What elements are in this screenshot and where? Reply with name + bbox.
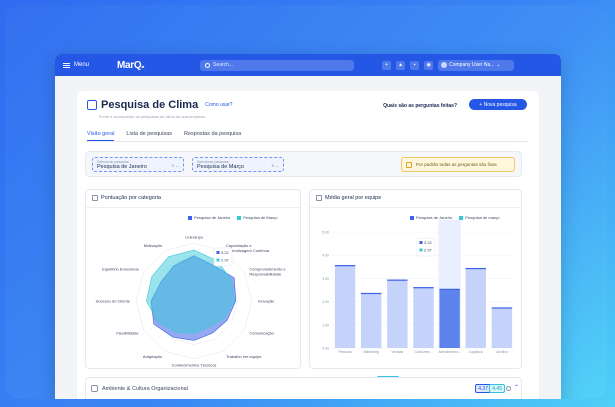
bar bbox=[491, 307, 513, 348]
bar-cap bbox=[361, 292, 382, 295]
new-survey-button[interactable]: + Nova pesquisa bbox=[469, 99, 527, 110]
info-icon[interactable] bbox=[506, 386, 511, 391]
bar bbox=[413, 287, 434, 348]
page-subtitle: Envie e acompanhe as pesquisas de clima … bbox=[99, 114, 206, 119]
company-name: Company User Na... bbox=[449, 62, 495, 68]
category-label: Ambiente & Cultura Organizacional bbox=[102, 386, 188, 392]
radar-axis-label: Motivação bbox=[144, 243, 163, 248]
y-tick-label: 0.00 bbox=[322, 347, 329, 351]
select-value: Pesquisa de Janeiro bbox=[97, 164, 147, 170]
y-tick-label: 4.00 bbox=[322, 254, 329, 258]
bar-cap bbox=[491, 307, 513, 309]
app-window: Menu MarQai Search... + ▲ ▪ ◉ Company Us… bbox=[55, 54, 561, 399]
search-placeholder: Search... bbox=[213, 62, 234, 68]
clear-chevron-icon[interactable]: ✕ ⌄ bbox=[171, 163, 179, 168]
tooltip-value: 3.22 bbox=[221, 250, 230, 255]
logo-suffix: ai bbox=[141, 63, 145, 69]
x-tick-label: Vendas bbox=[392, 350, 404, 354]
info-notice: Por padrão todas as perguntas são fixas bbox=[401, 157, 515, 172]
select-value: Pesquisa de Março bbox=[197, 164, 245, 170]
search-input[interactable]: Search... bbox=[200, 59, 355, 71]
bar-cap bbox=[387, 279, 408, 281]
chevron-down-icon: ⌄ bbox=[496, 62, 501, 68]
chevron-up-icon[interactable]: ⌃ bbox=[514, 384, 519, 391]
filter-bar: Selecionar pesquisa Pesquisa de Janeiro … bbox=[85, 151, 522, 177]
menu-icon bbox=[63, 62, 70, 68]
bar-cap bbox=[413, 287, 434, 289]
menu-label: Menu bbox=[74, 62, 90, 68]
menu-button[interactable]: Menu bbox=[63, 62, 107, 68]
x-tick-label: Pessoas bbox=[338, 350, 352, 354]
chat-icon[interactable]: ▪ bbox=[410, 60, 420, 70]
radar-axis-label: Flexibilidade bbox=[116, 331, 139, 336]
score-badge-b: 4.45 bbox=[489, 384, 505, 393]
bar bbox=[361, 292, 382, 348]
search-icon bbox=[205, 62, 211, 68]
tooltip-value: 2.97 bbox=[221, 258, 230, 263]
clear-chevron-icon[interactable]: ✕ ⌄ bbox=[271, 163, 279, 168]
page-title: Pesquisa de Clima bbox=[101, 99, 199, 111]
tooltip-swatch bbox=[419, 248, 423, 252]
radar-chart: LiderançaCapacitação eAprendizagem Contí… bbox=[96, 235, 287, 368]
bar bbox=[334, 265, 356, 348]
tooltip-swatch bbox=[216, 251, 220, 254]
bar-chart: 5.00 4.00 3.00 2.00 1.00 0.00 Pessoas Marketing… bbox=[322, 220, 515, 354]
survey-select-second[interactable]: Selecionar pesquisa Pesquisa de Março ✕ … bbox=[192, 157, 284, 172]
tooltip-value: 2.97 bbox=[424, 248, 433, 253]
bar bbox=[387, 279, 408, 348]
radar-axis-label: Adaptação bbox=[143, 354, 163, 359]
bar-cap bbox=[465, 267, 486, 270]
bar-cap bbox=[334, 265, 356, 267]
x-tick-label: Atendimento... bbox=[438, 350, 461, 354]
logo-text: MarQ bbox=[117, 59, 142, 71]
radar-axis-label: Liderança bbox=[185, 235, 203, 240]
y-tick-label: 1.00 bbox=[322, 323, 329, 327]
tab-survey-list[interactable]: Lista de pesquisas bbox=[126, 131, 172, 141]
y-tick-label: 5.00 bbox=[322, 231, 329, 235]
settings-icon[interactable]: ◉ bbox=[424, 60, 434, 70]
x-tick-label: Customer... bbox=[415, 350, 433, 354]
background-frame: Menu MarQai Search... + ▲ ▪ ◉ Company Us… bbox=[5, 5, 607, 399]
x-tick-label: Logística bbox=[469, 350, 483, 354]
bar bbox=[465, 267, 486, 348]
tooltip-swatch bbox=[216, 258, 220, 262]
bell-icon[interactable]: ▲ bbox=[396, 60, 406, 70]
radar-axis-label: Equilíbrio Emocional bbox=[102, 267, 139, 272]
questions-link[interactable]: Quais são as perguntas feitas? bbox=[383, 103, 457, 109]
radar-axis-label: Aprendizagem Contínua bbox=[226, 248, 270, 253]
category-row[interactable]: Ambiente & Cultura Organizacional 4.37 4… bbox=[85, 377, 522, 399]
avatar bbox=[441, 62, 448, 68]
x-tick-label: Jurídico bbox=[496, 350, 508, 354]
tab-bar: Visão geral Lista de pesquisas Respostas… bbox=[87, 131, 241, 141]
bar bbox=[439, 288, 460, 348]
survey-icon bbox=[87, 100, 97, 110]
tab-divider bbox=[87, 141, 529, 142]
top-navigation: Menu MarQai Search... + ▲ ▪ ◉ Company Us… bbox=[55, 54, 561, 76]
category-icon bbox=[91, 385, 98, 392]
radar-axis-label: Conhecimentos Técnicos bbox=[172, 363, 217, 368]
radar-axis-label: Trabalho em equipe bbox=[226, 354, 262, 359]
radar-axis-label: Comunicação bbox=[249, 331, 274, 336]
add-icon[interactable]: + bbox=[382, 60, 392, 70]
notice-text: Por padrão todas as perguntas são fixas bbox=[416, 162, 497, 167]
bar-panel: Média geral por equipe Pesquisa de Janei… bbox=[309, 189, 522, 369]
info-icon bbox=[406, 161, 412, 168]
company-selector[interactable]: Company User Na... ⌄ bbox=[438, 59, 515, 71]
radar-panel: Pontuação por categoria Pesquisa de Jane… bbox=[85, 189, 301, 369]
how-to-link[interactable]: Como usar? bbox=[205, 102, 232, 108]
tab-overview[interactable]: Visão geral bbox=[87, 131, 115, 141]
radar-axis-label: Inovação bbox=[258, 299, 275, 304]
tooltip-swatch bbox=[419, 241, 423, 244]
tooltip-value: 3.22 bbox=[424, 240, 433, 245]
tab-responses[interactable]: Respostas da pesquisa bbox=[184, 131, 241, 141]
radar-axis-label: Sucesso do Cliente bbox=[96, 299, 131, 304]
radar-axis-label: Responsabilidade bbox=[249, 272, 282, 277]
y-tick-label: 3.00 bbox=[322, 277, 329, 281]
bar-cap bbox=[439, 288, 460, 291]
x-tick-label: Marketing bbox=[364, 350, 379, 354]
survey-select-first[interactable]: Selecionar pesquisa Pesquisa de Janeiro … bbox=[92, 157, 184, 172]
main-card: Pesquisa de Clima Como usar? Envie e aco… bbox=[77, 91, 539, 399]
y-tick-label: 2.00 bbox=[322, 300, 329, 304]
app-logo[interactable]: MarQai bbox=[117, 60, 144, 71]
